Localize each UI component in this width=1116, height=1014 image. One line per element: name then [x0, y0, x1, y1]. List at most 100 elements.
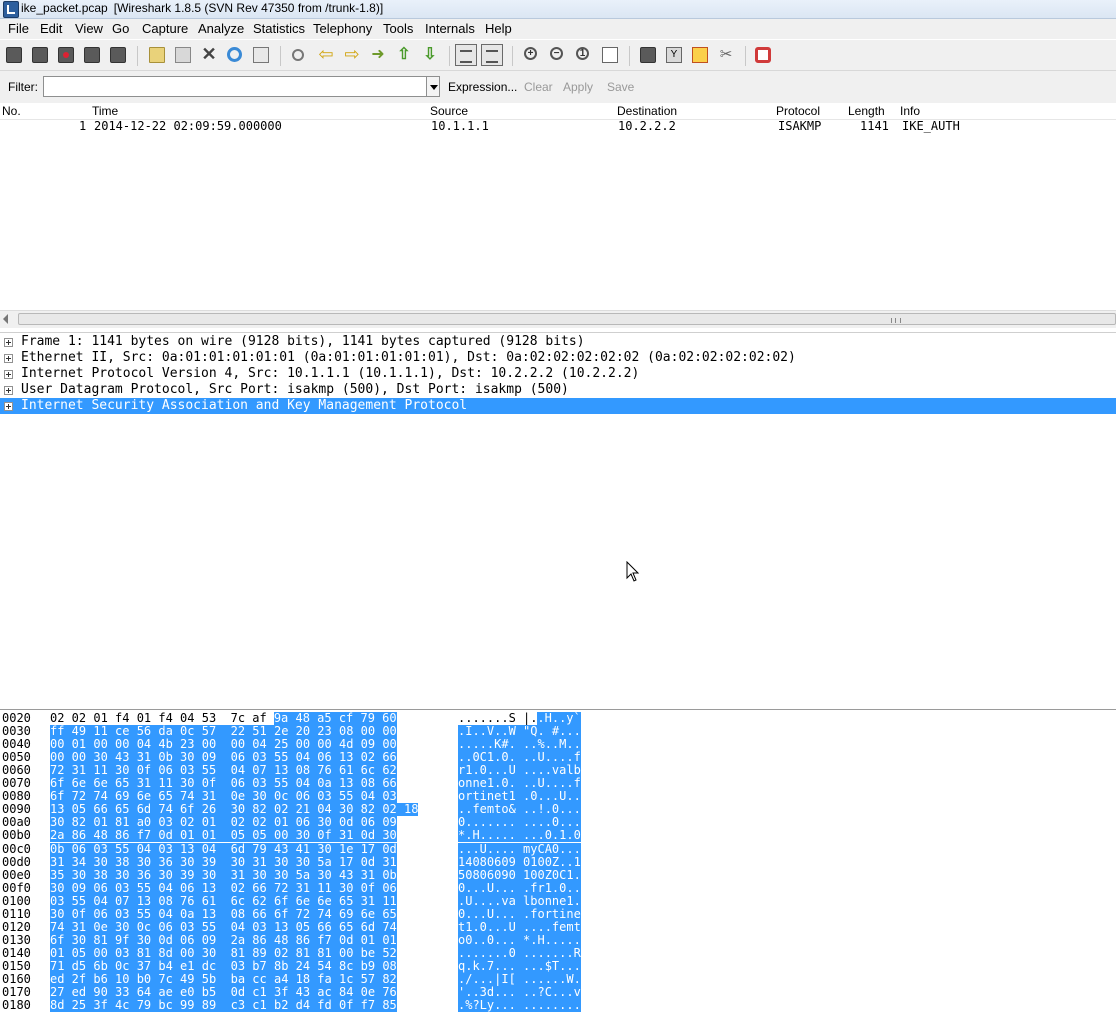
- go-back-icon[interactable]: ⇦: [318, 45, 334, 63]
- toolbar-separator: [280, 46, 281, 66]
- column-no[interactable]: No.: [2, 104, 21, 118]
- menu-view[interactable]: View: [75, 21, 103, 36]
- hex-row[interactable]: 00a0 30 82 01 81 a0 03 02 01 02 02 01 06 …: [0, 816, 700, 830]
- reload-icon[interactable]: [227, 47, 242, 62]
- interfaces-icon[interactable]: [6, 47, 22, 63]
- tree-item-isakmp[interactable]: Internet Security Association and Key Ma…: [0, 398, 1116, 414]
- preferences-icon[interactable]: ✂: [718, 47, 734, 63]
- hex-row[interactable]: 00c0 0b 06 03 55 04 03 13 04 6d 79 43 41 …: [0, 842, 700, 856]
- ascii-bytes-selected: ./...|I[ ......W.: [458, 972, 581, 986]
- hex-row[interactable]: 00b0 2a 86 48 86 f7 0d 01 01 05 05 00 30 …: [0, 829, 700, 843]
- menu-go[interactable]: Go: [112, 21, 129, 36]
- menu-analyze[interactable]: Analyze: [198, 21, 244, 36]
- hex-row[interactable]: 00d0 31 34 30 38 30 36 30 39 30 31 30 30 …: [0, 854, 700, 869]
- hex-row[interactable]: 0080 6f 72 74 69 6e 65 74 31 0e 30 0c 06 …: [0, 790, 700, 804]
- packet-list-hscrollbar[interactable]: [0, 310, 1116, 328]
- open-file-icon[interactable]: [149, 47, 165, 63]
- tree-item-ipv4[interactable]: Internet Protocol Version 4, Src: 10.1.1…: [0, 366, 1116, 382]
- tree-item-frame[interactable]: Frame 1: 1141 bytes on wire (9128 bits),…: [0, 334, 1116, 350]
- expand-icon[interactable]: [4, 370, 13, 379]
- packet-details-tree: Frame 1: 1141 bytes on wire (9128 bits),…: [0, 332, 1116, 710]
- auto-scroll-icon[interactable]: [481, 44, 503, 66]
- hex-bytes-selected: 9a 48 a5 cf 79 60: [273, 711, 397, 725]
- hex-row[interactable]: 0180 8d 25 3f 4c 79 bc 99 89 c3 c1 b2 d4 …: [0, 999, 700, 1013]
- tree-item-udp[interactable]: User Datagram Protocol, Src Port: isakmp…: [0, 382, 1116, 398]
- wireshark-app-icon: [3, 1, 19, 18]
- filter-dropdown-arrow[interactable]: [426, 76, 440, 97]
- expression-button[interactable]: Expression...: [448, 80, 517, 94]
- last-packet-icon[interactable]: ⇩: [422, 47, 438, 63]
- hex-row[interactable]: 0100 03 55 04 07 13 08 76 61 6c 62 6f 6e …: [0, 894, 700, 908]
- filter-input[interactable]: [43, 76, 427, 97]
- menu-telephony[interactable]: Telephony: [313, 21, 372, 36]
- hex-row[interactable]: 0040 00 01 00 00 04 4b 23 00 00 04 25 00 …: [0, 738, 700, 752]
- menu-tools[interactable]: Tools: [383, 21, 413, 36]
- save-file-icon[interactable]: [175, 47, 191, 63]
- expand-icon[interactable]: [4, 338, 13, 347]
- hex-offset: 0130: [2, 932, 31, 947]
- hex-row[interactable]: 0170 27 ed 90 33 64 ae e0 b5 0d c1 3f 43 …: [0, 986, 700, 1000]
- normal-size-icon[interactable]: 1: [576, 47, 589, 60]
- column-length[interactable]: Length: [848, 104, 885, 118]
- hex-row[interactable]: 0060 72 31 11 30 0f 06 03 55 04 07 13 08 …: [0, 764, 700, 778]
- print-icon[interactable]: [253, 47, 269, 63]
- hex-row[interactable]: 0150 71 d5 6b 0c 37 b4 e1 dc 03 b7 8b 24 …: [0, 959, 700, 973]
- coloring-rules-icon[interactable]: [692, 47, 708, 63]
- menu-file[interactable]: File: [8, 21, 29, 36]
- find-packet-icon[interactable]: [292, 49, 304, 61]
- clear-button[interactable]: Clear: [524, 80, 553, 94]
- column-info[interactable]: Info: [900, 104, 920, 118]
- toolbar-separator: [449, 46, 450, 66]
- expand-icon[interactable]: [4, 386, 13, 395]
- scrollbar-thumb[interactable]: [18, 313, 1116, 325]
- hex-bytes-selected: 6f 30 81 9f 30 0d 06 09 2a 86 48 86 f7 0…: [50, 932, 397, 947]
- packet-row[interactable]: 1 2014-12-22 02:09:59.000000 10.1.1.1 10…: [0, 119, 1116, 134]
- hex-row[interactable]: 0160 ed 2f b6 10 b0 7c 49 5b ba cc a4 18 …: [0, 973, 700, 986]
- hex-row[interactable]: 0120 74 31 0e 30 0c 06 03 55 04 03 13 05 …: [0, 920, 700, 934]
- hex-row[interactable]: 0030 ff 49 11 ce 56 da 0c 57 22 51 2e 20 …: [0, 724, 700, 739]
- ascii-bytes-selected: 0...U... .fortine: [458, 906, 581, 921]
- hex-row[interactable]: 0050 00 00 30 43 31 0b 30 09 06 03 55 04 …: [0, 751, 700, 765]
- options-icon[interactable]: [32, 47, 48, 63]
- start-capture-icon[interactable]: [58, 47, 74, 63]
- resize-columns-icon[interactable]: [602, 47, 618, 63]
- hex-row[interactable]: 0090 13 05 66 65 6d 74 6f 26 30 82 02 21 …: [0, 803, 700, 817]
- menu-internals[interactable]: Internals: [425, 21, 475, 36]
- hex-row[interactable]: 0070 6f 6e 6e 65 31 11 30 0f 06 03 55 04 …: [0, 777, 700, 791]
- close-file-icon[interactable]: ✕: [201, 45, 217, 63]
- save-button[interactable]: Save: [607, 80, 634, 94]
- first-packet-icon[interactable]: ⇧: [396, 47, 412, 63]
- scroll-left-arrow-icon[interactable]: [3, 314, 8, 324]
- hex-row[interactable]: 00f0 30 09 06 03 55 04 06 13 02 66 72 31 …: [0, 881, 700, 895]
- restart-capture-icon[interactable]: [110, 47, 126, 63]
- tree-item-ethernet[interactable]: Ethernet II, Src: 0a:01:01:01:01:01 (0a:…: [0, 350, 1116, 366]
- hex-row[interactable]: 0130 6f 30 81 9f 30 0d 06 09 2a 86 48 86 …: [0, 932, 700, 947]
- expand-icon[interactable]: [4, 354, 13, 363]
- stop-capture-icon[interactable]: [84, 47, 100, 63]
- hex-offset: 00d0: [2, 854, 31, 869]
- go-forward-icon[interactable]: ⇨: [344, 45, 360, 63]
- display-filters-icon[interactable]: Y: [666, 47, 682, 63]
- help-icon[interactable]: [755, 47, 771, 63]
- colorize-icon[interactable]: [455, 44, 477, 66]
- hex-row[interactable]: 0110 30 0f 06 03 55 04 0a 13 08 66 6f 72 …: [0, 906, 700, 921]
- zoom-out-icon[interactable]: −: [550, 47, 563, 60]
- hex-row[interactable]: 00e0 35 30 38 30 36 30 39 30 31 30 30 5a …: [0, 868, 700, 882]
- menu-capture[interactable]: Capture: [142, 21, 188, 36]
- expand-icon[interactable]: [4, 402, 13, 411]
- column-protocol[interactable]: Protocol: [776, 104, 820, 118]
- menu-help[interactable]: Help: [485, 21, 512, 36]
- apply-button[interactable]: Apply: [563, 80, 593, 94]
- column-source[interactable]: Source: [430, 104, 468, 118]
- capture-filters-icon[interactable]: [640, 47, 656, 63]
- hex-row[interactable]: 0140 01 05 00 03 81 8d 00 30 81 89 02 81 …: [0, 945, 700, 960]
- menu-statistics[interactable]: Statistics: [253, 21, 305, 36]
- column-time[interactable]: Time: [92, 104, 118, 118]
- ascii-bytes-selected: .......0 .......R: [458, 945, 581, 960]
- zoom-in-icon[interactable]: +: [524, 47, 537, 60]
- menu-edit[interactable]: Edit: [40, 21, 62, 36]
- ascii-bytes-selected: .I..V..W "Q. #...: [458, 724, 581, 739]
- go-to-packet-icon[interactable]: ➜: [370, 47, 386, 63]
- column-destination[interactable]: Destination: [617, 104, 677, 118]
- hex-row[interactable]: 0020 02 02 01 f4 01 f4 04 53 7c af 9a 48 …: [0, 712, 700, 725]
